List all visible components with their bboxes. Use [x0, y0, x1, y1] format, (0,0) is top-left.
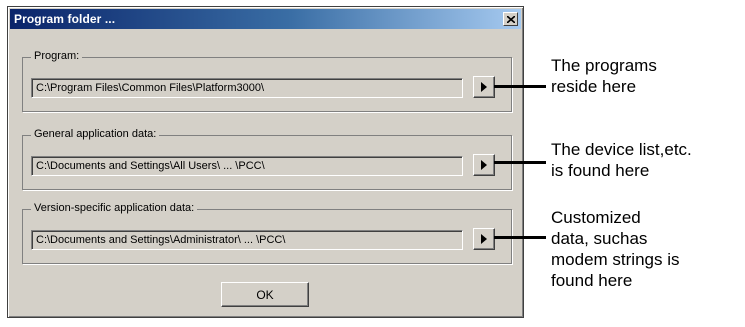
general-data-path-field[interactable]: C:\Documents and Settings\All Users\ ...…	[31, 156, 463, 176]
general-data-group-label: General application data:	[31, 128, 160, 140]
callout-program-line1: The programs	[551, 56, 657, 75]
callout-general-line2: is found here	[551, 161, 650, 180]
callout-program-line2: reside here	[551, 77, 637, 96]
program-group: Program: C:\Program Files\Common Files\P…	[22, 50, 512, 112]
ok-button[interactable]: OK	[221, 282, 309, 307]
callout-version-line3: modem strings is	[551, 250, 680, 269]
program-path-field[interactable]: C:\Program Files\Common Files\Platform30…	[31, 78, 463, 98]
version-data-path-field[interactable]: C:\Documents and Settings\Administrator\…	[31, 230, 463, 250]
callout-general-line1: The device list,etc.	[551, 140, 692, 159]
arrow-right-icon	[481, 160, 487, 170]
callout-line-program	[494, 85, 546, 88]
callout-version: Customized data, suchas modem strings is…	[551, 207, 679, 291]
general-data-open-button[interactable]	[473, 154, 495, 176]
close-button[interactable]	[503, 12, 518, 26]
dialog-title: Program folder ...	[14, 12, 116, 26]
title-bar[interactable]: Program folder ...	[10, 9, 521, 29]
callout-program: The programs reside here	[551, 55, 657, 97]
callout-version-line2: data, suchas	[551, 229, 648, 248]
general-data-group: General application data: C:\Documents a…	[22, 128, 512, 190]
callout-general: The device list,etc. is found here	[551, 139, 692, 181]
program-open-button[interactable]	[473, 76, 495, 98]
version-data-open-button[interactable]	[473, 228, 495, 250]
callout-version-line4: found here	[551, 271, 633, 290]
arrow-right-icon	[481, 82, 487, 92]
callout-line-version	[494, 236, 546, 239]
program-folder-dialog: Program folder ... Program: C:\Program F…	[7, 6, 524, 318]
program-group-label: Program:	[31, 50, 83, 62]
arrow-right-icon	[481, 234, 487, 244]
callout-line-general	[494, 161, 546, 164]
callout-version-line1: Customized	[551, 208, 641, 227]
version-data-group-label: Version-specific application data:	[31, 202, 198, 214]
close-icon	[506, 15, 515, 23]
version-data-group: Version-specific application data: C:\Do…	[22, 202, 512, 264]
